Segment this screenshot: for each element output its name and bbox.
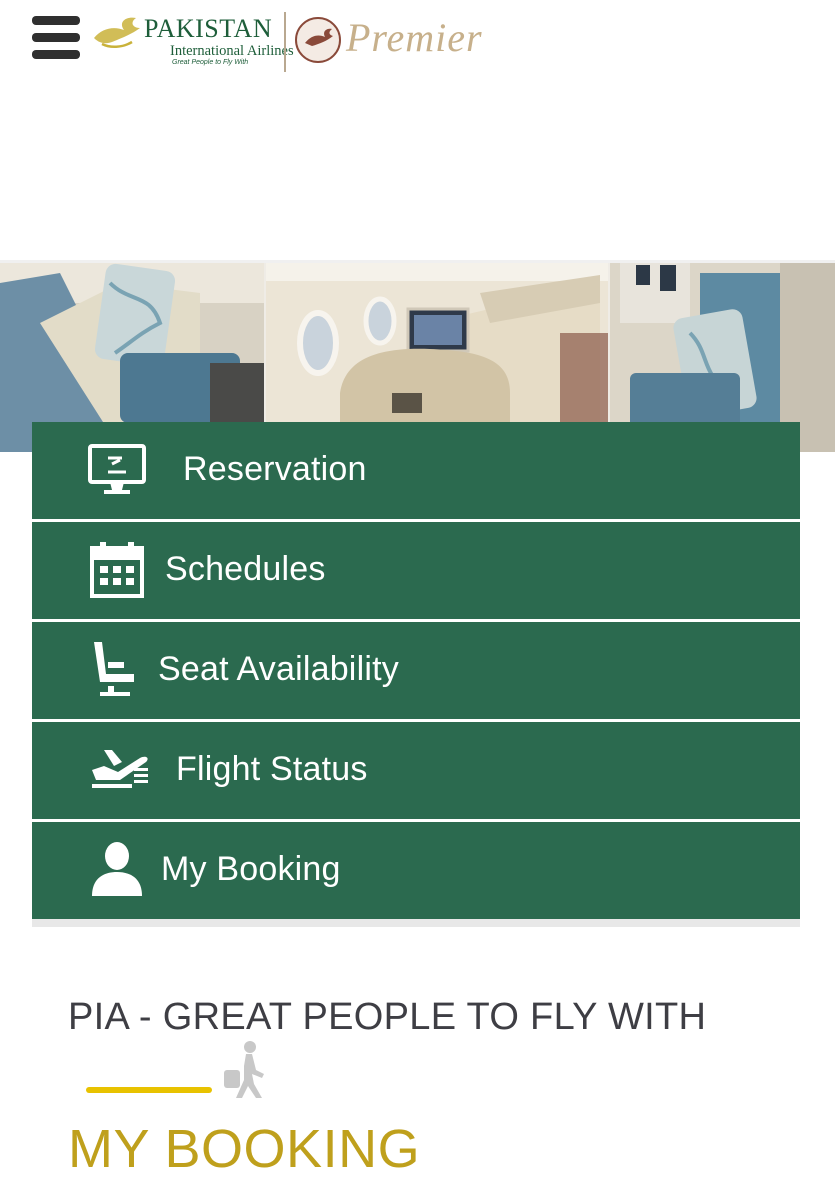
premier-wordmark: Premier (346, 15, 483, 60)
quick-menu: Reservation Schedules Seat Availability (32, 422, 800, 919)
menu-label-seat-availability: Seat Availability (158, 650, 399, 688)
walking-traveler-icon (224, 1041, 264, 1098)
brand-subtitle: International Airlines (170, 43, 294, 59)
menu-shadow (32, 919, 800, 927)
menu-item-seat-availability[interactable]: Seat Availability (32, 622, 800, 722)
menu-item-reservation[interactable]: Reservation (32, 422, 800, 522)
menu-label-flight-status: Flight Status (176, 750, 368, 788)
logo-divider (284, 12, 286, 72)
plane-departure-icon (92, 750, 148, 788)
menu-label-reservation: Reservation (183, 450, 367, 488)
section-accent-line (86, 1087, 212, 1093)
section-title-my-booking: MY BOOKING (68, 1119, 421, 1179)
menu-item-my-booking[interactable]: My Booking (32, 822, 800, 919)
hamburger-menu-icon[interactable] (32, 16, 82, 68)
user-icon (92, 842, 142, 896)
site-tagline: PIA - GREAT PEOPLE TO FLY WITH (68, 996, 707, 1038)
brand-name: PAKISTAN (144, 14, 273, 43)
seat-icon (94, 642, 134, 696)
menu-label-my-booking: My Booking (161, 850, 341, 888)
menu-item-schedules[interactable]: Schedules (32, 522, 800, 622)
menu-label-schedules: Schedules (165, 550, 326, 588)
site-header: PAKISTAN International Airlines Great Pe… (0, 0, 835, 260)
brand-tagline: Great People to Fly With (172, 59, 249, 66)
menu-item-flight-status[interactable]: Flight Status (32, 722, 800, 822)
premier-seal-icon (295, 17, 341, 63)
pia-logo[interactable]: PAKISTAN International Airlines Great Pe… (92, 6, 512, 72)
monitor-reservation-icon (88, 444, 146, 494)
pia-crane-logo-icon (94, 17, 140, 48)
calendar-icon (90, 542, 144, 598)
